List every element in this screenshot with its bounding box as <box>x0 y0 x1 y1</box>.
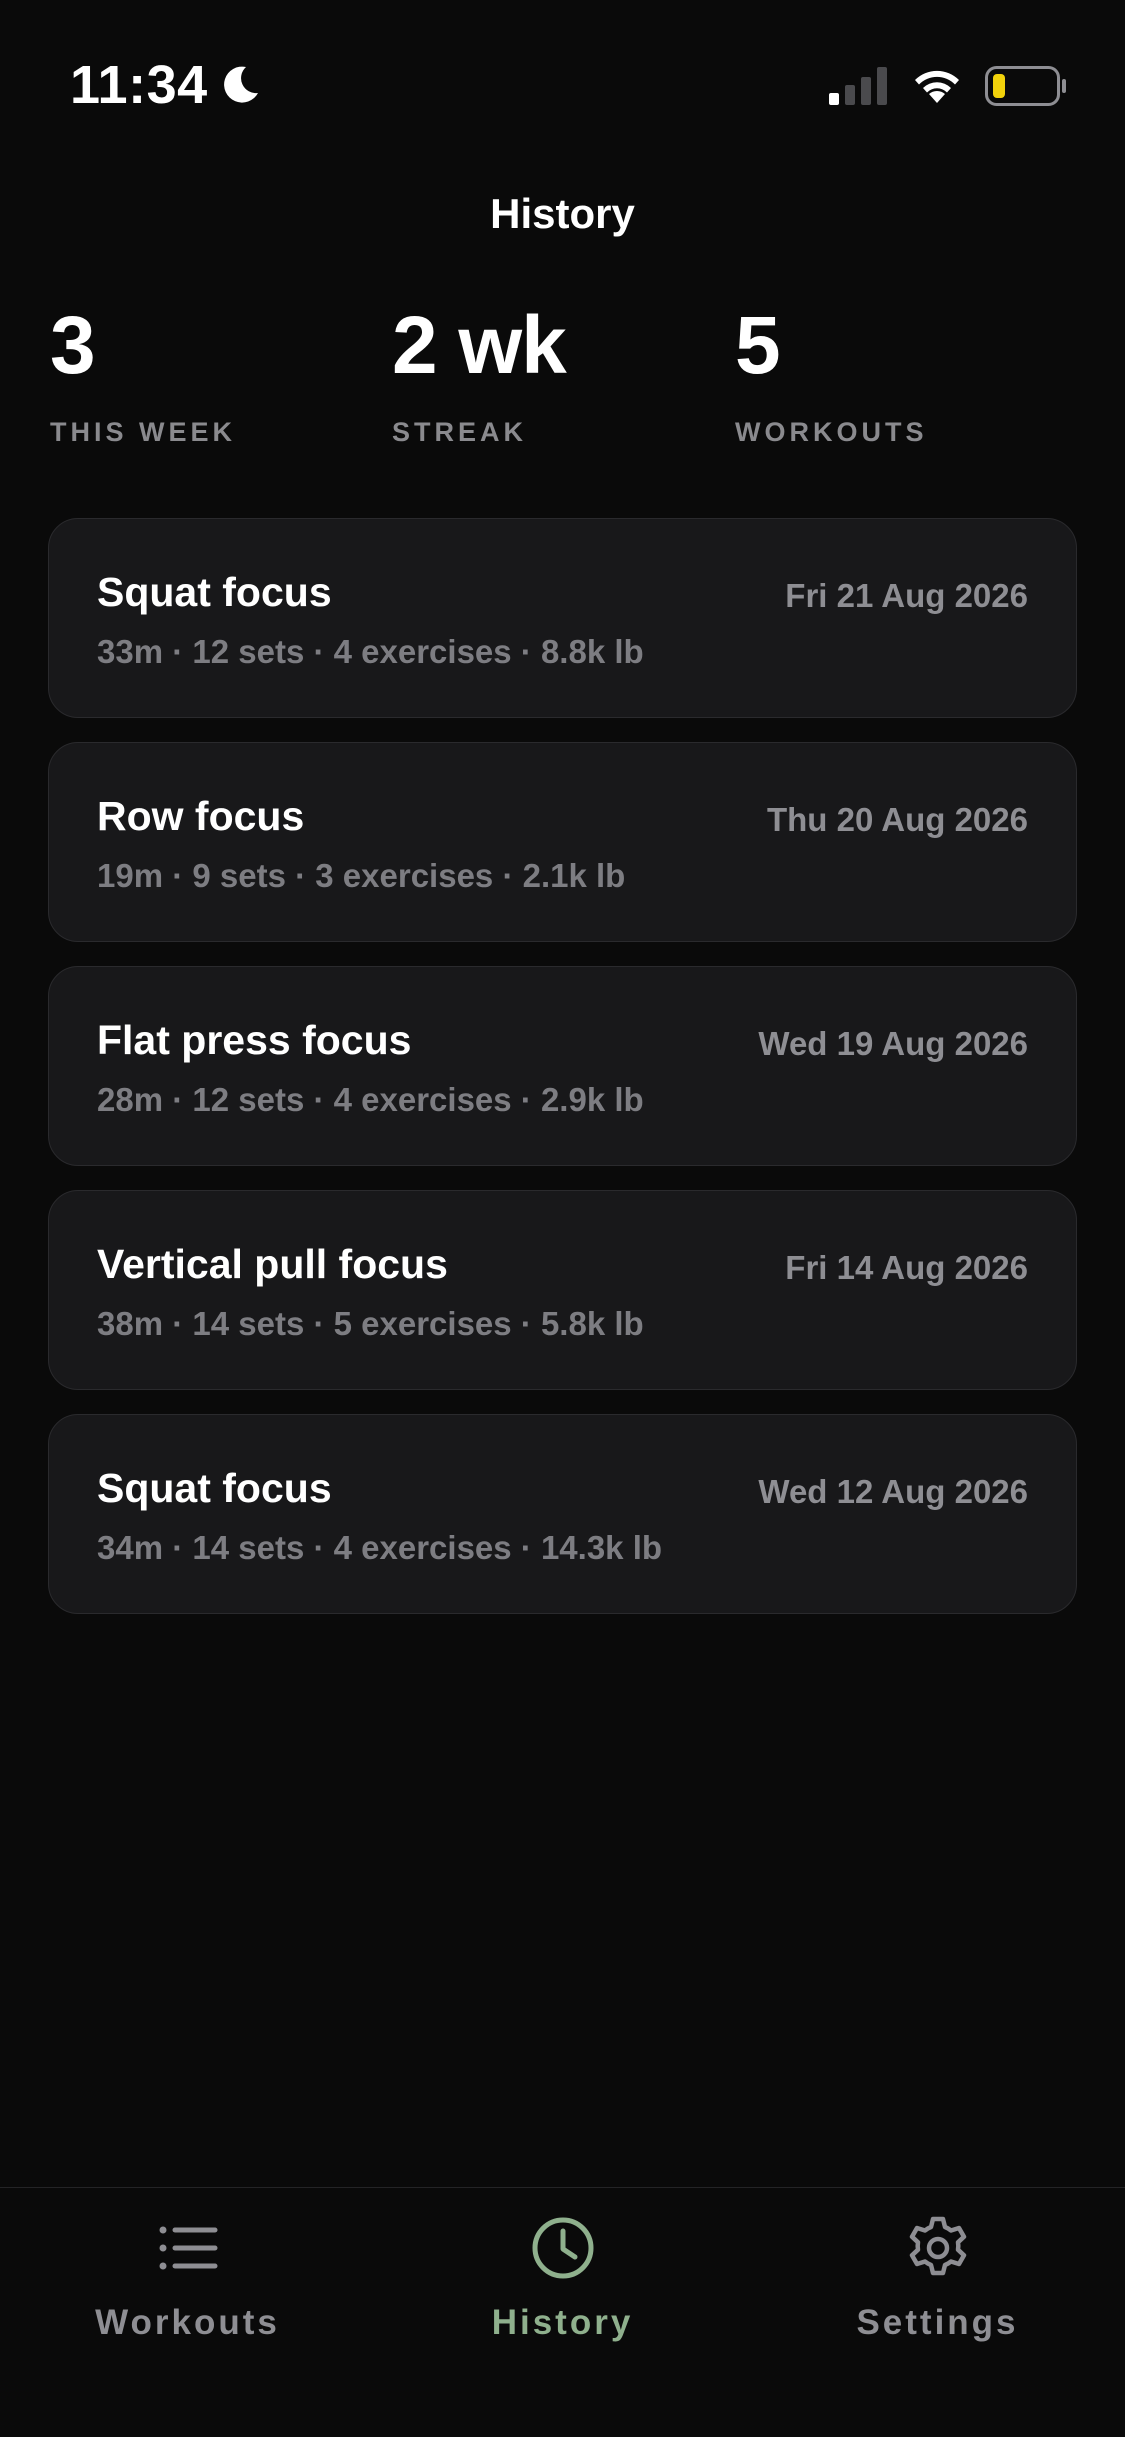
workout-summary: 33m · 12 sets · 4 exercises · 8.8k lb <box>97 633 644 670</box>
workout-date: Thu 20 Aug 2026 <box>766 801 1028 838</box>
moon-icon <box>223 66 258 103</box>
wifi-icon <box>915 70 959 103</box>
stat-value: 5 <box>735 300 781 391</box>
workout-card[interactable]: Squat focus Fri 21 Aug 2026 33m · 12 set… <box>48 518 1077 718</box>
workout-title: Flat press focus <box>97 1017 412 1063</box>
stat-value: 2 wk <box>392 300 567 391</box>
stat-label: THIS WEEK <box>50 417 237 447</box>
workout-summary: 19m · 9 sets · 3 exercises · 2.1k lb <box>97 857 626 894</box>
tab-history[interactable]: History <box>375 2188 750 2437</box>
clock-icon <box>532 2217 593 2279</box>
gear-icon <box>909 2216 966 2276</box>
workout-card[interactable]: Row focus Thu 20 Aug 2026 19m · 9 sets ·… <box>48 742 1077 942</box>
workout-summary: 28m · 12 sets · 4 exercises · 2.9k lb <box>97 1081 644 1118</box>
tab-settings[interactable]: Settings <box>750 2188 1125 2437</box>
status-time: 11:34 <box>70 55 208 115</box>
workout-summary: 34m · 14 sets · 4 exercises · 14.3k lb <box>97 1529 663 1566</box>
workout-title: Squat focus <box>97 569 332 615</box>
workout-date: Fri 21 Aug 2026 <box>785 577 1028 614</box>
workout-card[interactable]: Squat focus Wed 12 Aug 2026 34m · 14 set… <box>48 1414 1077 1614</box>
workout-title: Vertical pull focus <box>97 1241 448 1287</box>
stat-label: STREAK <box>392 417 528 447</box>
stat-label: WORKOUTS <box>735 417 928 447</box>
tab-label: Workouts <box>95 2303 280 2342</box>
page-title: History <box>490 190 635 237</box>
history-list: Squat focus Fri 21 Aug 2026 33m · 12 set… <box>48 518 1077 1638</box>
status-bar: 11:34 <box>0 0 1125 140</box>
tab-label: Settings <box>856 2303 1019 2342</box>
tab-label: History <box>491 2303 634 2342</box>
stat-workouts: 5 WORKOUTS <box>735 305 1065 448</box>
tab-bar: Workouts History Settings <box>0 2187 1125 2437</box>
stat-this-week: 3 THIS WEEK <box>50 305 380 448</box>
stat-value: 3 <box>50 300 96 391</box>
workout-date: Wed 19 Aug 2026 <box>758 1025 1028 1062</box>
stat-streak: 2 wk STREAK <box>392 305 722 448</box>
list-icon <box>159 2226 217 2270</box>
status-icons <box>829 66 1067 106</box>
workout-summary: 38m · 14 sets · 5 exercises · 5.8k lb <box>97 1305 644 1342</box>
workout-date: Fri 14 Aug 2026 <box>785 1249 1028 1286</box>
battery-icon <box>985 66 1066 106</box>
workout-date: Wed 12 Aug 2026 <box>758 1473 1028 1510</box>
workout-card[interactable]: Vertical pull focus Fri 14 Aug 2026 38m … <box>48 1190 1077 1390</box>
status-time-group: 11:34 <box>70 54 262 116</box>
signal-icon <box>829 67 887 105</box>
workout-title: Row focus <box>97 793 305 839</box>
workout-card[interactable]: Flat press focus Wed 19 Aug 2026 28m · 1… <box>48 966 1077 1166</box>
tab-workouts[interactable]: Workouts <box>0 2188 375 2437</box>
workout-title: Squat focus <box>97 1465 332 1511</box>
